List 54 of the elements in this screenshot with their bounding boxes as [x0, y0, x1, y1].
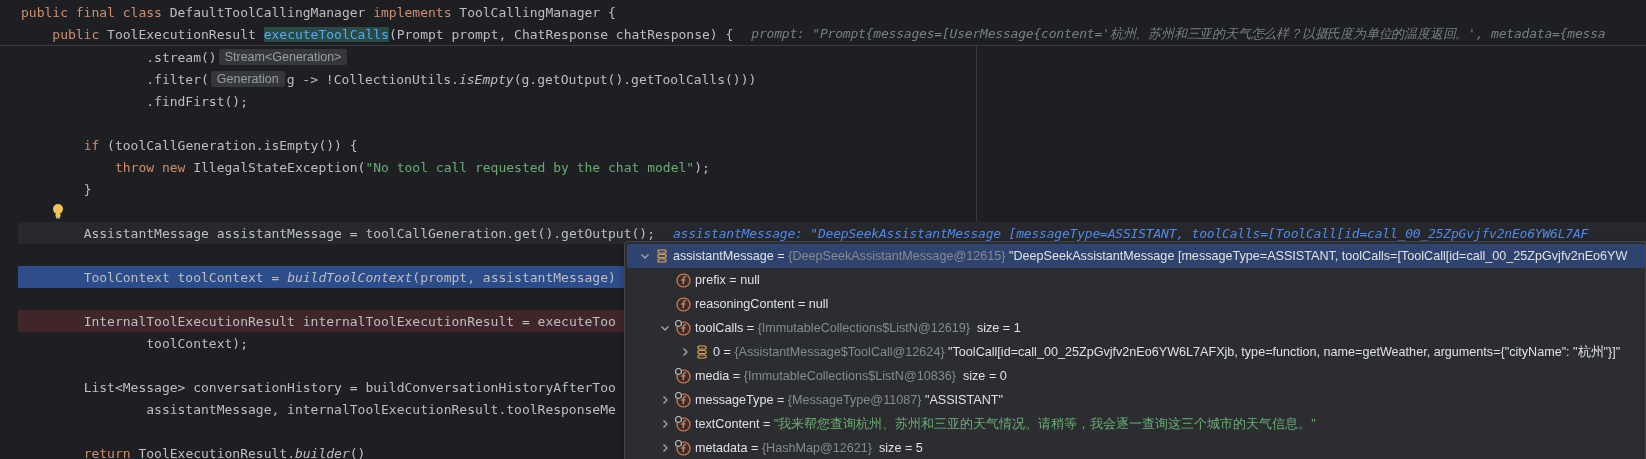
chevron-icon[interactable]: [660, 395, 670, 405]
variable-entry: assistantMessage = {DeepSeekAssistantMessage@12615} "DeepSeekAssistantMessage [messageType=ASSISTANT, toolCalls=[ToolCall[id=call_00_25ZpGvjfv2nEo6YW: [673, 249, 1628, 263]
variable-entry: toolCalls = {ImmutableCollections$ListN@12619} size = 1: [695, 321, 1021, 335]
code-line: return ToolExecutionResult.builder(): [83, 445, 366, 459]
field-icon: [675, 296, 691, 312]
field-icon: [675, 368, 691, 384]
code-line: }: [83, 181, 92, 197]
inline-value: prompt: "Prompt{messages=[UserMessage{content='杭州、苏州和三亚的天气怎么样？以摄氏度为单位的温度返回。', metadata={messa: [751, 25, 1606, 43]
chevron-icon[interactable]: [660, 419, 670, 429]
variable-entry: prefix = null: [695, 273, 760, 287]
field-icon: [675, 272, 691, 288]
object-icon: [655, 249, 669, 263]
variable-entry: metadata = {HashMap@12621} size = 5: [695, 441, 923, 455]
code-line: public ToolExecutionResult executeToolCalls(Prompt prompt, ChatResponse chatResponse) {: [52, 26, 734, 42]
type-hint: Generation: [210, 71, 285, 87]
code-line: g -> !CollectionUtils.isEmpty(g.getOutput().getToolCalls())): [286, 71, 757, 87]
code-line: InternalToolExecutionResult internalToolExecutionResult = executeToo: [83, 313, 616, 329]
field-icon: [675, 392, 691, 408]
variable-row[interactable]: toolCalls = {ImmutableCollections$ListN@12619} size = 1: [627, 316, 1645, 340]
chevron-icon[interactable]: [660, 443, 670, 453]
variable-row[interactable]: metadata = {HashMap@12621} size = 5: [627, 436, 1645, 459]
code-line: public final class DefaultToolCallingManager implements ToolCallingManager {: [21, 4, 616, 20]
lightbulb-icon[interactable]: [52, 203, 64, 219]
variable-entry: reasoningContent = null: [695, 297, 829, 311]
code-line: assistantMessage, internalToolExecutionResult.toolResponseMe: [146, 401, 616, 417]
variable-entry: 0 = {AssistantMessage$ToolCall@12624} "ToolCall[id=call_00_25ZpGvjfv2nEo6YW6L7AFXjb, type=function, name=getWeather, arguments={"cityName": "杭州"}]": [713, 343, 1621, 361]
inline-value: assistantMessage: "DeepSeekAssistantMessage [messageType=ASSISTANT, toolCalls=[ToolCall[id=call_00_25ZpGvjfv2nEo6YW6L7AF: [673, 225, 1589, 241]
chevron-icon[interactable]: [660, 323, 670, 333]
field-icon: [675, 320, 691, 336]
code-line: .stream(): [146, 49, 217, 65]
variable-row[interactable]: prefix = null: [627, 268, 1645, 292]
code-line: .findFirst();: [146, 93, 248, 109]
code-line: List<Message> conversationHistory = buildConversationHistoryAfterToo: [83, 379, 616, 395]
variable-row[interactable]: media = {ImmutableCollections$ListN@10836} size = 0: [627, 364, 1645, 388]
variable-row[interactable]: reasoningContent = null: [627, 292, 1645, 316]
variable-entry: messageType = {MessageType@11087} "ASSISTANT": [695, 393, 1003, 407]
field-icon: [675, 416, 691, 432]
code-line: throw new IllegalStateException("No tool call requested by the chat model");: [114, 159, 710, 175]
variable-row[interactable]: 0 = {AssistantMessage$ToolCall@12624} "ToolCall[id=call_00_25ZpGvjfv2nEo6YW6L7AFXjb, type=function, name=getWeather, arguments={"cityName": "杭州"}]": [627, 340, 1645, 364]
code-line: AssistantMessage assistantMessage = toolCallGeneration.get().getOutput();: [83, 225, 655, 241]
variable-row[interactable]: assistantMessage = {DeepSeekAssistantMessage@12615} "DeepSeekAssistantMessage [messageType=ASSISTANT, toolCalls=[ToolCall[id=call_00_25ZpGvjfv2nEo6YW: [627, 244, 1645, 268]
chevron-icon[interactable]: [640, 251, 650, 261]
variable-row[interactable]: messageType = {MessageType@11087} "ASSISTANT": [627, 388, 1645, 412]
code-line: if (toolCallGeneration.isEmpty()) {: [83, 137, 358, 153]
chevron-icon[interactable]: [680, 347, 690, 357]
type-hint: Stream<Generation>: [218, 49, 348, 65]
field-icon: [675, 440, 691, 456]
variable-entry: textContent = "我来帮您查询杭州、苏州和三亚的天气情况。请稍等，我会逐一查询这三个城市的天气信息。": [695, 415, 1316, 433]
code-line: .filter(: [146, 71, 209, 87]
object-icon: [695, 345, 709, 359]
variable-entry: media = {ImmutableCollections$ListN@10836} size = 0: [695, 369, 1007, 383]
code-line: toolContext);: [146, 335, 248, 351]
code-line: ToolContext toolContext = buildToolContext(prompt, assistantMessage): [83, 269, 616, 285]
variable-row[interactable]: textContent = "我来帮您查询杭州、苏州和三亚的天气情况。请稍等，我会逐一查询这三个城市的天气信息。": [627, 412, 1645, 436]
